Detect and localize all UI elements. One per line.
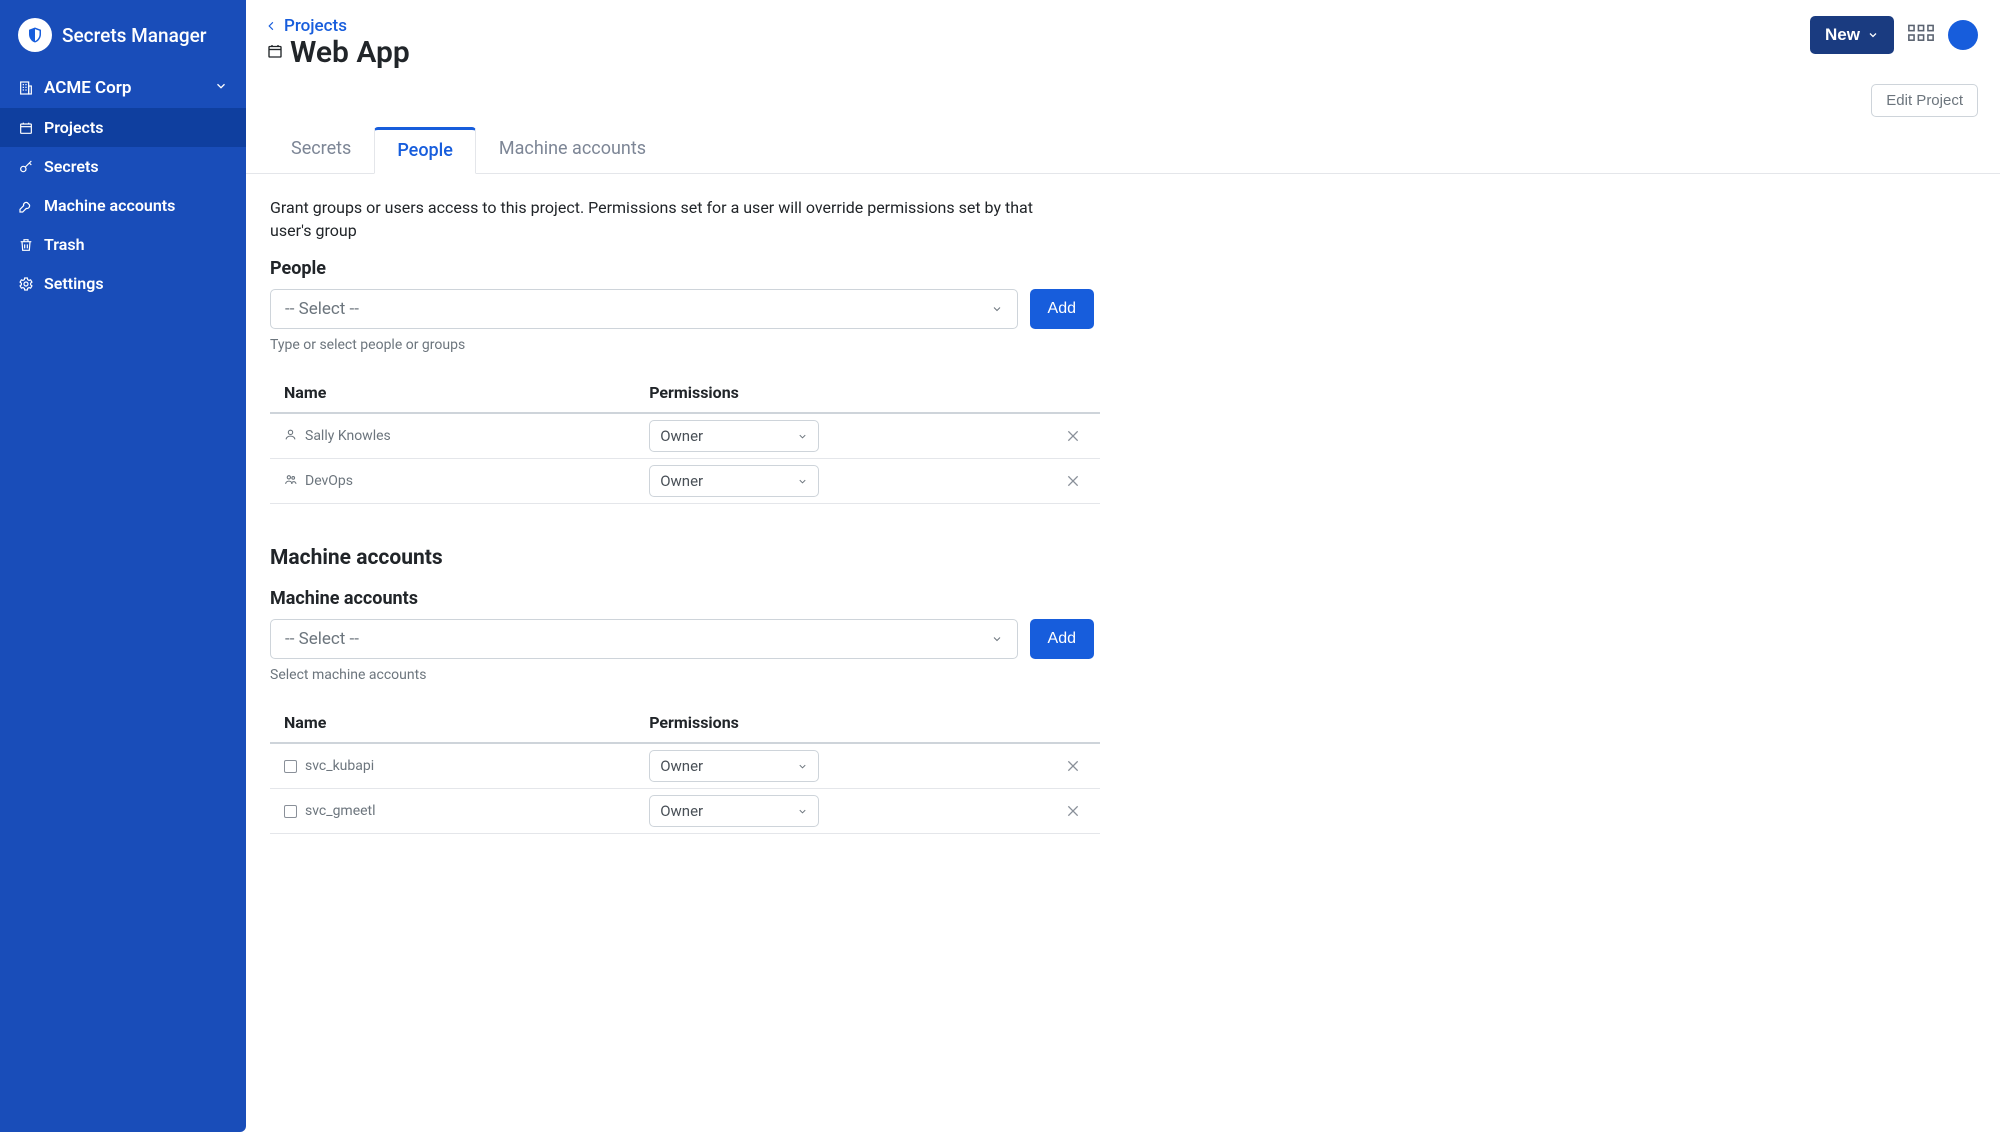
people-col-permissions: Permissions (635, 375, 1046, 413)
sidebar-item-trash[interactable]: Trash (0, 225, 246, 264)
tab-secrets[interactable]: Secrets (268, 127, 374, 173)
sidebar: Secrets Manager ACME Corp Projects S (0, 0, 246, 1132)
machines-table: Name Permissions svc_kubapi Owner (270, 705, 1100, 834)
trash-icon (18, 237, 34, 253)
chevron-down-icon (797, 761, 808, 772)
tab-people[interactable]: People (374, 127, 476, 174)
permission-value: Owner (660, 757, 703, 775)
sidebar-item-label: Projects (44, 118, 104, 137)
people-select-placeholder: -- Select -- (285, 299, 359, 319)
permission-select[interactable]: Owner (649, 750, 819, 782)
org-icon (18, 80, 34, 96)
close-icon (1065, 758, 1081, 774)
close-icon (1065, 473, 1081, 489)
org-name: ACME Corp (44, 78, 131, 98)
group-name: DevOps (305, 473, 353, 489)
machine-name: svc_gmeetl (305, 803, 376, 819)
chevron-down-icon (1867, 29, 1879, 41)
group-icon (284, 473, 297, 490)
permission-select[interactable]: Owner (649, 795, 819, 827)
table-row: DevOps Owner (270, 459, 1100, 504)
machines-col-name: Name (270, 705, 635, 743)
chevron-down-icon (797, 431, 808, 442)
project-icon (18, 120, 34, 136)
table-row: svc_gmeetl Owner (270, 789, 1100, 834)
new-button[interactable]: New (1810, 16, 1894, 54)
apps-grid-icon[interactable] (1908, 22, 1934, 48)
machine-name: svc_kubapi (305, 758, 374, 774)
chevron-down-icon (991, 633, 1003, 645)
sidebar-item-machine-accounts[interactable]: Machine accounts (0, 186, 246, 225)
chevron-down-icon (991, 303, 1003, 315)
people-col-name: Name (270, 375, 635, 413)
people-hint: Type or select people or groups (270, 337, 1362, 353)
remove-button[interactable] (1060, 798, 1086, 824)
topbar: Projects Web App New (246, 0, 2000, 70)
avatar[interactable] (1948, 20, 1978, 50)
checkbox-icon (284, 760, 297, 773)
machines-select[interactable]: -- Select -- (270, 619, 1018, 659)
table-row: Sally Knowles Owner (270, 413, 1100, 459)
machines-select-placeholder: -- Select -- (285, 629, 359, 649)
close-icon (1065, 803, 1081, 819)
sidebar-item-secrets[interactable]: Secrets (0, 147, 246, 186)
permission-value: Owner (660, 802, 703, 820)
permission-value: Owner (660, 427, 703, 445)
people-description: Grant groups or users access to this pro… (270, 196, 1070, 242)
people-select[interactable]: -- Select -- (270, 289, 1018, 329)
sidebar-item-label: Trash (44, 235, 85, 254)
sidebar-item-label: Settings (44, 274, 104, 293)
page-title: Web App (290, 35, 410, 70)
machines-heading: Machine accounts (270, 546, 1362, 570)
remove-button[interactable] (1060, 468, 1086, 494)
chevron-down-icon (797, 806, 808, 817)
logo-icon (18, 18, 52, 52)
machines-col-permissions: Permissions (635, 705, 1046, 743)
gear-icon (18, 276, 34, 292)
people-add-button[interactable]: Add (1030, 289, 1094, 329)
content: Grant groups or users access to this pro… (246, 174, 1386, 856)
key-icon (18, 159, 34, 175)
brand-name: Secrets Manager (62, 24, 207, 47)
person-name: Sally Knowles (305, 428, 391, 444)
breadcrumb[interactable]: Projects (266, 16, 410, 36)
sidebar-item-settings[interactable]: Settings (0, 264, 246, 303)
checkbox-icon (284, 805, 297, 818)
remove-button[interactable] (1060, 753, 1086, 779)
table-row: svc_kubapi Owner (270, 743, 1100, 789)
people-section-label: People (270, 258, 1362, 279)
machines-add-button[interactable]: Add (1030, 619, 1094, 659)
sidebar-item-projects[interactable]: Projects (0, 108, 246, 147)
sidebar-item-label: Secrets (44, 157, 99, 176)
chevron-down-icon (214, 79, 228, 97)
main: Projects Web App New (246, 0, 2000, 1132)
permission-select[interactable]: Owner (649, 465, 819, 497)
permission-value: Owner (660, 472, 703, 490)
project-icon (266, 42, 284, 64)
permission-select[interactable]: Owner (649, 420, 819, 452)
close-icon (1065, 428, 1081, 444)
tab-machine-accounts[interactable]: Machine accounts (476, 127, 669, 173)
sidebar-item-label: Machine accounts (44, 196, 175, 215)
machines-hint: Select machine accounts (270, 667, 1362, 683)
person-icon (284, 428, 297, 445)
tabs: Secrets People Machine accounts (246, 117, 2000, 174)
wrench-icon (18, 198, 34, 214)
breadcrumb-label: Projects (284, 16, 347, 36)
new-button-label: New (1825, 25, 1860, 45)
org-selector[interactable]: ACME Corp (0, 68, 246, 108)
machines-section-label: Machine accounts (270, 588, 1362, 609)
edit-project-button[interactable]: Edit Project (1871, 84, 1978, 117)
people-table: Name Permissions Sally Knowles Owner (270, 375, 1100, 504)
chevron-down-icon (797, 476, 808, 487)
brand: Secrets Manager (0, 14, 246, 68)
remove-button[interactable] (1060, 423, 1086, 449)
